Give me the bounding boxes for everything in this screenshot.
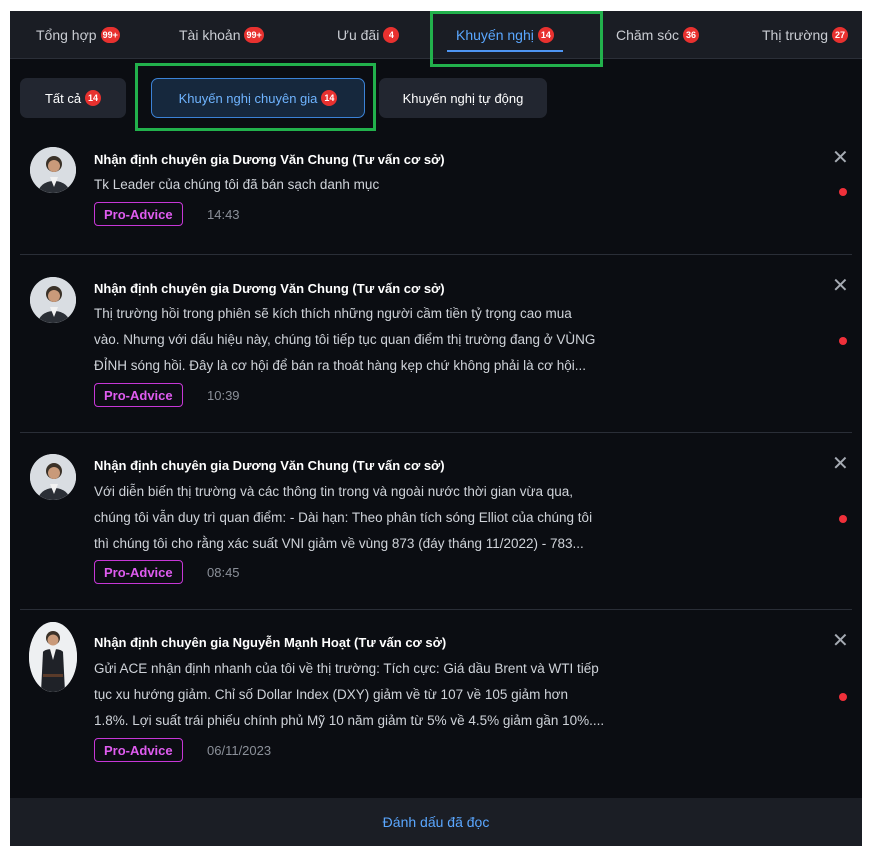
item-body: Thị trường hồi trong phiên sẽ kích thích… <box>94 301 734 379</box>
close-icon[interactable]: ✕ <box>832 148 849 168</box>
item-title: Nhận định chuyên gia Nguyễn Mạnh Hoạt (T… <box>94 635 447 650</box>
divider <box>20 254 852 255</box>
unread-dot <box>839 515 847 523</box>
item-title: Nhận định chuyên gia Dương Văn Chung (Tư… <box>94 281 445 296</box>
body-line: chúng tôi vẫn duy trì quan điểm: - Dài h… <box>94 510 593 525</box>
body-line: ĐỈNH sóng hồi. Đây là cơ hội để bán ra t… <box>94 358 587 373</box>
tab-label: Khuyến nghị <box>456 26 534 43</box>
mark-all-read-button[interactable]: Đánh dấu đã đọc <box>10 798 862 846</box>
subtab-tat-ca[interactable]: Tất cả 14 <box>20 78 126 118</box>
item-time: 06/11/2023 <box>207 743 272 758</box>
body-line: Với diễn biến thị trường và các thông ti… <box>94 484 574 499</box>
avatar <box>29 622 77 692</box>
mark-all-read-label: Đánh dấu đã đọc <box>382 814 490 830</box>
item-time: 10:39 <box>207 388 240 403</box>
avatar <box>30 454 76 500</box>
tab-tong-hop[interactable]: Tổng hợp 99+ <box>36 11 120 58</box>
tab-cham-soc[interactable]: Chăm sóc 36 <box>616 11 700 58</box>
item-body: Tk Leader của chúng tôi đã bán sạch danh… <box>94 172 734 198</box>
pro-advice-tag: Pro-Advice <box>94 738 183 762</box>
tab-label: Tổng hợp <box>36 26 97 43</box>
notification-panel: Tổng hợp 99+ Tài khoản 99+ Ưu đãi 4 Khuy… <box>10 11 862 846</box>
pro-advice-tag: Pro-Advice <box>94 202 183 226</box>
tab-label: Tài khoản <box>179 26 241 43</box>
subtab-khuyen-nghi-chuyen-gia[interactable]: Khuyến nghị chuyên gia 14 <box>151 78 365 118</box>
divider <box>20 432 852 433</box>
close-icon[interactable]: ✕ <box>832 631 849 651</box>
pro-advice-tag: Pro-Advice <box>94 560 183 584</box>
count-badge: 14 <box>85 90 102 106</box>
body-line: tục xu hướng giảm. Chỉ số Dollar Index (… <box>94 687 568 702</box>
subtab-khuyen-nghi-tu-dong[interactable]: Khuyến nghị tự động <box>379 78 547 118</box>
count-badge: 99+ <box>100 26 120 43</box>
count-badge: 4 <box>383 26 400 43</box>
body-line: Tk Leader của chúng tôi đã bán sạch danh… <box>94 177 380 192</box>
count-badge: 14 <box>321 90 338 106</box>
tab-tai-khoan[interactable]: Tài khoản 99+ <box>179 11 264 58</box>
tab-thi-truong[interactable]: Thị trường 27 <box>762 11 849 58</box>
item-time: 14:43 <box>207 207 240 222</box>
item-title: Nhận định chuyên gia Dương Văn Chung (Tư… <box>94 152 445 167</box>
category-tabs: Tổng hợp 99+ Tài khoản 99+ Ưu đãi 4 Khuy… <box>10 11 862 59</box>
tab-label: Chăm sóc <box>616 26 680 43</box>
subtab-label: Tất cả <box>44 90 82 106</box>
item-title: Nhận định chuyên gia Dương Văn Chung (Tư… <box>94 458 445 473</box>
body-line: thì chúng tôi cho rằng xác suất VNI giảm… <box>94 536 584 551</box>
count-badge: 27 <box>832 26 849 43</box>
avatar <box>30 277 76 323</box>
pro-advice-tag: Pro-Advice <box>94 383 183 407</box>
tab-khuyen-nghi[interactable]: Khuyến nghị 14 <box>447 11 563 58</box>
subtab-label: Khuyến nghị chuyên gia <box>178 90 318 106</box>
body-line: Gửi ACE nhận định nhanh của tôi về thị t… <box>94 661 599 676</box>
item-body: Với diễn biến thị trường và các thông ti… <box>94 479 734 557</box>
avatar <box>30 147 76 193</box>
body-line: 1.8%. Lợi suất trái phiếu chính phủ Mỹ 1… <box>94 713 605 728</box>
unread-dot <box>839 693 847 701</box>
item-time: 08:45 <box>207 565 240 580</box>
tab-uu-dai[interactable]: Ưu đãi 4 <box>337 11 400 58</box>
divider <box>20 609 852 610</box>
count-badge: 99+ <box>244 26 264 43</box>
tab-label: Thị trường <box>762 26 829 43</box>
body-line: Thị trường hồi trong phiên sẽ kích thích… <box>94 306 572 321</box>
close-icon[interactable]: ✕ <box>832 454 849 474</box>
unread-dot <box>839 188 847 196</box>
count-badge: 14 <box>537 26 554 43</box>
unread-dot <box>839 337 847 345</box>
subtab-label: Khuyến nghị tự động <box>402 90 524 106</box>
body-line: vào. Nhưng với dấu hiệu này, chúng tôi t… <box>94 332 596 347</box>
count-badge: 36 <box>683 26 700 43</box>
item-body: Gửi ACE nhận định nhanh của tôi về thị t… <box>94 656 734 734</box>
tab-label: Ưu đãi <box>337 26 380 43</box>
close-icon[interactable]: ✕ <box>832 276 849 296</box>
